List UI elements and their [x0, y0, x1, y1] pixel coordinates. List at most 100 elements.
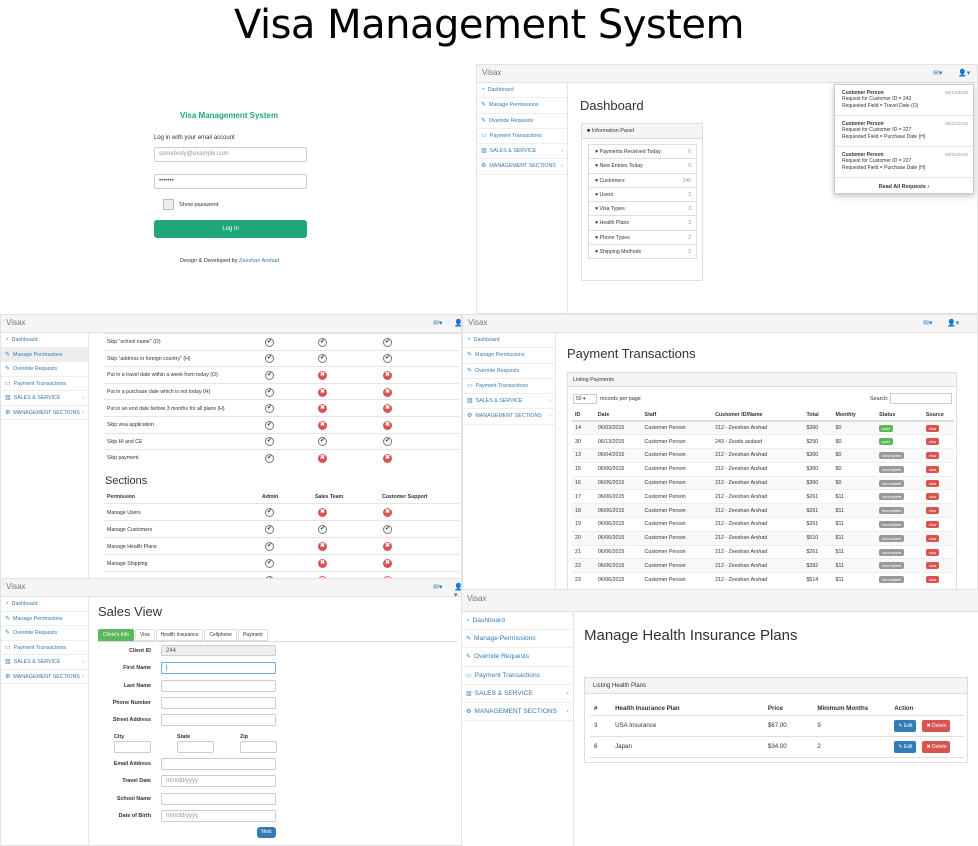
read-all-link[interactable]: Read All Requests ›	[835, 184, 973, 190]
tab-client-s-info[interactable]: Client's Info	[98, 629, 134, 641]
notification-item[interactable]: Customer Person 06/31/2015 Request for Cus…	[835, 147, 973, 178]
sidebar-item-manage-permissions[interactable]: ✎ Manage Permissions	[462, 630, 573, 649]
check-icon[interactable]: ✔	[265, 525, 274, 534]
check-icon[interactable]: ✔	[265, 370, 274, 380]
table-row[interactable]: 18 06/06/2015 Customer Person 212 - Zeeshan…	[572, 503, 954, 518]
zip-field[interactable]	[240, 741, 277, 753]
column-header[interactable]: Date	[594, 409, 642, 422]
cross-icon[interactable]: ✖	[383, 453, 392, 463]
sidebar-item-dashboard[interactable]: ◔ Dashboard	[477, 83, 567, 99]
cross-icon[interactable]: ✖	[318, 420, 327, 430]
check-icon[interactable]: ✔	[265, 508, 274, 517]
sidebar-item-payment-transactions[interactable]: ▭ Payment Transactions	[477, 129, 567, 145]
sidebar-item-sales-service[interactable]: ▥ SALES & SERVICE ‹	[463, 394, 555, 410]
cross-icon[interactable]: ✖	[318, 453, 327, 463]
table-row[interactable]: 20 06/06/2015 Customer Person 212 - Zeeshan…	[572, 530, 954, 546]
table-row[interactable]: 19 06/06/2015 Customer Person 212 - Zeeshan…	[572, 517, 954, 532]
column-header[interactable]: Staff	[641, 409, 713, 422]
sidebar-item-manage-permissions[interactable]: ✎ Manage Permissions	[1, 347, 88, 362]
check-icon[interactable]: ✔	[265, 420, 274, 430]
tab-visa[interactable]: Visa	[134, 629, 155, 641]
table-row[interactable]: 17 06/06/2015 Customer Person 212 - Zeeshan…	[572, 489, 954, 504]
sidebar-item-dashboard[interactable]: ◔ Dashboard	[1, 597, 88, 612]
sidebar-item-manage-permissions[interactable]: ✎ Manage Permissions	[1, 612, 88, 626]
street-field[interactable]	[161, 714, 276, 726]
info-list-item[interactable]: ♥ Shipping Methods 3	[588, 244, 697, 260]
info-list-item[interactable]: ♥ Customers 246	[588, 172, 697, 188]
delete-button[interactable]: ✖ Delete	[922, 740, 951, 753]
user-icon[interactable]: 👤▾	[958, 69, 970, 77]
password-field[interactable]: •••••••	[154, 174, 307, 189]
check-icon[interactable]: ✔	[265, 559, 274, 568]
phone-field[interactable]	[161, 697, 276, 709]
table-row[interactable]: 13 06/04/2015 Customer Person 212 - Zeeshan…	[572, 448, 954, 463]
sidebar-item-management-sections[interactable]: ⚙ MANAGEMENT SECTIONS ‹	[462, 703, 573, 722]
sidebar-item-dashboard[interactable]: ◔ Dashboard	[462, 612, 573, 631]
info-list-item[interactable]: ♥ Health Plans 3	[588, 215, 697, 231]
user-icon[interactable]: 👤▾	[947, 319, 959, 327]
table-row[interactable]: 23 06/06/2015 Customer Person 212 - Zeeshan…	[572, 572, 954, 587]
cross-icon[interactable]: ✖	[318, 542, 327, 551]
sidebar-item-override-requests[interactable]: ✎ Override Requests	[463, 364, 555, 379]
tab-cellphone[interactable]: Cellphone	[204, 629, 237, 641]
envelope-icon[interactable]: ✉▾	[433, 319, 442, 327]
cross-icon[interactable]: ✖	[318, 404, 327, 414]
envelope-icon[interactable]: ✉▾	[433, 583, 442, 591]
travel-date-field[interactable]: mm/dd/yyyy	[161, 775, 276, 787]
check-icon[interactable]: ✔	[265, 453, 274, 463]
delete-button[interactable]: ✖ Delete	[922, 719, 951, 732]
next-button[interactable]: Next	[257, 827, 276, 838]
sidebar-item-payment-transactions[interactable]: ▭ Payment Transactions	[463, 379, 555, 395]
info-list-item[interactable]: ♥ Payments Received Today 0	[588, 144, 697, 160]
edit-button[interactable]: ✎ Edit	[894, 719, 917, 732]
check-icon[interactable]: ✔	[265, 354, 274, 364]
last-name-field[interactable]	[161, 680, 276, 692]
cross-icon[interactable]: ✖	[383, 559, 392, 568]
sidebar-item-payment-transactions[interactable]: ▭ Payment Transactions	[462, 667, 573, 685]
cross-icon[interactable]: ✖	[383, 370, 392, 380]
cross-icon[interactable]: ✖	[318, 387, 327, 397]
check-icon[interactable]: ✔	[265, 437, 274, 447]
info-list-item[interactable]: ♥ Visa Types 3	[588, 201, 697, 217]
sidebar-item-dashboard[interactable]: ◔ Dashboard	[463, 333, 555, 349]
email-field[interactable]: somebody@example.com	[154, 147, 307, 162]
column-header[interactable]: ID	[572, 409, 595, 422]
sidebar-item-management-sections[interactable]: ⚙ MANAGEMENT SECTIONS ‹	[1, 406, 88, 420]
city-field[interactable]	[114, 741, 151, 753]
table-row[interactable]: 14 06/03/2015 Customer Person 212 - Zeeshan…	[572, 420, 954, 435]
column-header[interactable]: Customer ID/Name	[712, 409, 804, 422]
check-icon[interactable]: ✔	[318, 437, 327, 447]
info-list-item[interactable]: ♥ New Entries Today 0	[588, 158, 697, 174]
check-icon[interactable]: ✔	[318, 525, 327, 534]
sidebar-item-override-requests[interactable]: ✎ Override Requests	[1, 626, 88, 641]
table-row[interactable]: 3 USA Insurance $67.00 9 ✎ Edit ✖ Delete	[590, 715, 964, 737]
check-icon[interactable]: ✔	[318, 354, 327, 364]
cross-icon[interactable]: ✖	[318, 508, 327, 517]
table-row[interactable]: 15 06/06/2015 Customer Person 212 - Zeeshan…	[572, 461, 954, 477]
sidebar-item-dashboard[interactable]: ◔ Dashboard	[1, 333, 88, 348]
check-icon[interactable]: ✔	[383, 337, 392, 347]
cross-icon[interactable]: ✖	[383, 508, 392, 517]
first-name-field[interactable]: |	[161, 662, 276, 674]
sidebar-item-override-requests[interactable]: ✎ Override Requests	[462, 648, 573, 667]
sidebar-item-override-requests[interactable]: ✎ Override Requests	[477, 114, 567, 129]
table-row[interactable]: 16 06/06/2015 Customer Person 212 - Zeeshan…	[572, 475, 954, 490]
check-icon[interactable]: ✔	[383, 437, 392, 447]
check-icon[interactable]: ✔	[383, 354, 392, 364]
info-list-item[interactable]: ♥ Phone Types 2	[588, 229, 697, 246]
login-button[interactable]: Log in	[154, 220, 307, 238]
check-icon[interactable]: ✔	[318, 337, 327, 347]
info-list-item[interactable]: ♥ Users 3	[588, 186, 697, 203]
tab-payment[interactable]: Payment	[237, 629, 268, 641]
sidebar-item-sales-service[interactable]: ▥ SALES & SERVICE ‹	[477, 144, 567, 160]
table-row[interactable]: 30 06/13/2015 Customer Person 243 - Zeads a…	[572, 434, 954, 449]
sidebar-item-sales-service[interactable]: ▥ SALES & SERVICE ‹	[1, 391, 88, 406]
check-icon[interactable]: ✔	[265, 387, 274, 397]
tab-health-insurance[interactable]: Health Insurance	[155, 629, 204, 641]
sidebar-item-sales-service[interactable]: ▥ SALES & SERVICE ‹	[462, 685, 573, 703]
dob-field[interactable]: mm/dd/yyyy	[161, 810, 276, 822]
table-row[interactable]: 22 06/06/2015 Customer Person 212 - Zeeshan…	[572, 558, 954, 573]
sidebar-item-payment-transactions[interactable]: ▭ Payment Transactions	[1, 641, 88, 655]
page-size-select[interactable]: 50 ▾	[573, 394, 597, 404]
sidebar-item-manage-permissions[interactable]: ✎ Manage Permissions	[463, 348, 555, 364]
